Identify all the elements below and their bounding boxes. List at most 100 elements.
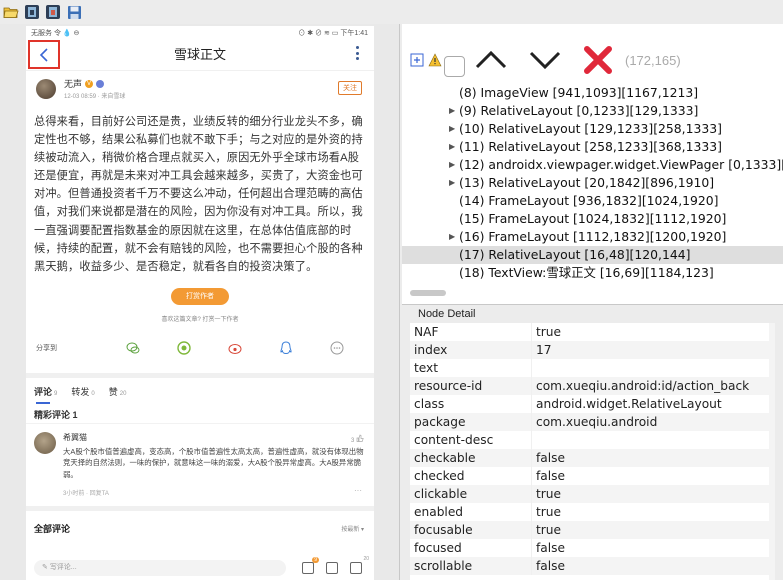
tree-node[interactable]: ▶ (10) RelativeLayout [129,1233][258,1333… [402,120,783,138]
commenter-avatar[interactable] [34,431,56,454]
share-icons [126,341,344,355]
tree-node-label: (16) FrameLayout [1112,1832][1200,1920] [459,229,727,244]
expand-arrow-icon[interactable]: ▶ [449,120,455,138]
tree-node[interactable]: (15) FrameLayout [1024,1832][1112,1920] [402,210,783,228]
sort-dropdown[interactable]: 按最新 ▾ [341,524,364,533]
property-value: com.xueqiu.android:id/action_back [531,377,775,395]
tree-node[interactable]: ▶ (9) RelativeLayout [0,1233][129,1333] [402,102,783,120]
warning-icon[interactable] [428,53,442,67]
property-key: index [414,343,448,357]
tree-node[interactable]: ▶ (11) RelativeLayout [258,1233][368,1333… [402,138,783,156]
tree-node[interactable]: ▶ (16) FrameLayout [1112,1832][1200,1920] [402,228,783,246]
node-detail-scrollbar[interactable] [769,323,775,580]
node-detail-row[interactable]: text [410,359,775,377]
comment-tabs: 评论 9 转发 0 赞 20 [26,378,374,406]
app-bar: 雪球正文 [26,37,374,71]
tree-node[interactable]: ▶ (12) androidx.viewpager.widget.ViewPage… [402,156,783,174]
expand-arrow-icon[interactable]: ▶ [449,102,455,120]
property-key: clickable [414,487,468,501]
all-comments-header: 全部评论 按最新 ▾ [26,517,374,541]
node-detail-row[interactable]: focusable true [410,521,775,539]
author-name[interactable]: 无声 [64,77,82,90]
comment-input[interactable]: ✎ 写评论... [34,560,286,576]
node-detail-row[interactable]: enabled true [410,503,775,521]
tree-horizontal-scrollbar[interactable] [410,288,783,298]
more-options-icon[interactable] [354,46,360,60]
chevron-up-icon[interactable] [475,50,507,70]
node-detail-row[interactable]: resource-id com.xueqiu.android:id/action_… [410,377,775,395]
author-avatar[interactable] [36,79,56,99]
tree-node[interactable]: (8) ImageView [941,1093][1167,1213] [402,84,783,102]
comment-like-button[interactable]: 3 [351,434,364,444]
node-detail-row[interactable]: content-desc [410,431,775,449]
weibo-icon[interactable] [228,341,242,355]
open-folder-icon[interactable] [2,3,20,21]
comment-input-bar: ✎ 写评论... 9 20 [26,556,374,580]
node-detail-row[interactable]: index 17 [410,341,775,359]
node-detail-row[interactable]: clickable true [410,485,775,503]
comment-text: 大A股个股市值普遍虚高，变态高，个股市值普遍性太高太高，普遍性虚高，就没有体现出… [63,446,364,480]
node-detail-row[interactable]: class android.widget.RelativeLayout [410,395,775,413]
commenter-name[interactable]: 希翼猫 [63,432,87,443]
chevron-down-icon[interactable] [529,50,561,70]
expand-arrow-icon[interactable]: ▶ [449,228,455,246]
device-screenshot-pane[interactable]: 无服务 令 💧 ⊖ ⊙ ✱ ⊘ ≋ ▭ 下午1:41 雪球正文 无声 V 12-… [0,24,400,580]
property-value: com.xueqiu.android [531,413,775,431]
device-screenshot-icon[interactable] [23,3,41,21]
tree-node-label: (9) RelativeLayout [0,1233][129,1333] [459,103,699,118]
save-icon[interactable] [65,3,83,21]
expand-arrow-icon[interactable]: ▶ [449,138,455,156]
tree-node-label: (17) RelativeLayout [16,48][120,144] [459,247,691,262]
tree-node-label: (18) TextView:雪球正文 [16,69][1184,123] [459,265,714,280]
node-detail-row[interactable]: scrollable false [410,557,775,575]
tip-author-button[interactable]: 打赏作者 [171,287,229,305]
device-screenshot-compressed-icon[interactable] [44,3,62,21]
node-detail-table[interactable]: NAF true index 17 text resource-id com.xueqiu.… [410,323,775,580]
property-key: checked [414,469,465,483]
property-key: checkable [414,451,476,465]
toggle-nav-checkbox[interactable] [444,55,465,77]
property-key: package [414,415,466,429]
node-detail-row[interactable]: checked false [410,467,775,485]
node-detail-row[interactable]: checkable false [410,449,775,467]
ui-hierarchy-tree[interactable]: (8) ImageView [941,1093][1167,1213] ▶ (9) … [402,84,783,294]
tab-comments[interactable]: 评论 9 [34,385,57,405]
tree-node[interactable]: (17) RelativeLayout [16,48][120,144] [402,246,783,264]
comment-count-icon[interactable]: 9 [302,557,319,574]
tree-node[interactable]: (18) TextView:雪球正文 [16,69][1184,123] [402,264,783,282]
tab-likes[interactable]: 赞 20 [109,385,127,398]
property-value [531,359,775,377]
moments-icon[interactable] [177,341,191,355]
post-time: 12-03 08:59 · 来自雪球 [64,94,126,100]
expand-all-icon[interactable] [410,53,424,67]
wechat-icon[interactable] [126,341,140,355]
qq-icon[interactable] [279,341,293,355]
like-icon[interactable]: 20 [350,556,369,574]
expand-arrow-icon[interactable]: ▶ [449,156,455,174]
comment-item[interactable]: 希翼猫 3 大A股个股市值普遍虚高，变态高，个股市值普遍性太高太高，普遍性虚高，… [26,424,374,500]
property-key: content-desc [414,433,494,447]
property-value: false [531,557,775,575]
tree-node[interactable]: ▶ (13) RelativeLayout [20,1842][896,1910] [402,174,783,192]
close-icon[interactable] [583,45,613,75]
property-value: true [531,323,775,341]
chevron-left-icon [39,47,48,62]
phone-screen[interactable]: 无服务 令 💧 ⊖ ⊙ ✱ ⊘ ≋ ▭ 下午1:41 雪球正文 无声 V 12-… [26,26,374,580]
tree-node-label: (11) RelativeLayout [258,1233][368,1333] [459,139,722,154]
expand-arrow-icon[interactable]: ▶ [449,174,455,192]
node-detail-row[interactable]: focused false [410,539,775,557]
property-key: focused [414,541,462,555]
article-body: 总得来看，目前好公司还是贵，业绩反转的细分行业龙头不多，确定性也不够，结果公私募… [34,116,363,273]
cursor-coordinates: (172,165) [625,52,681,68]
follow-button[interactable]: 关注 [338,81,362,95]
comment-more-icon[interactable]: ··· [354,486,362,495]
tree-node[interactable]: (14) FrameLayout [936,1832][1024,1920] [402,192,783,210]
comment-meta[interactable]: 3小时前 · 回复TA [63,488,109,497]
node-detail-row[interactable]: NAF true [410,323,775,341]
back-button[interactable] [28,40,60,69]
more-share-icon[interactable] [330,341,344,355]
repost-icon[interactable] [326,562,338,574]
tab-reposts[interactable]: 转发 0 [71,385,94,398]
property-key: scrollable [414,559,473,573]
node-detail-row[interactable]: package com.xueqiu.android [410,413,775,431]
